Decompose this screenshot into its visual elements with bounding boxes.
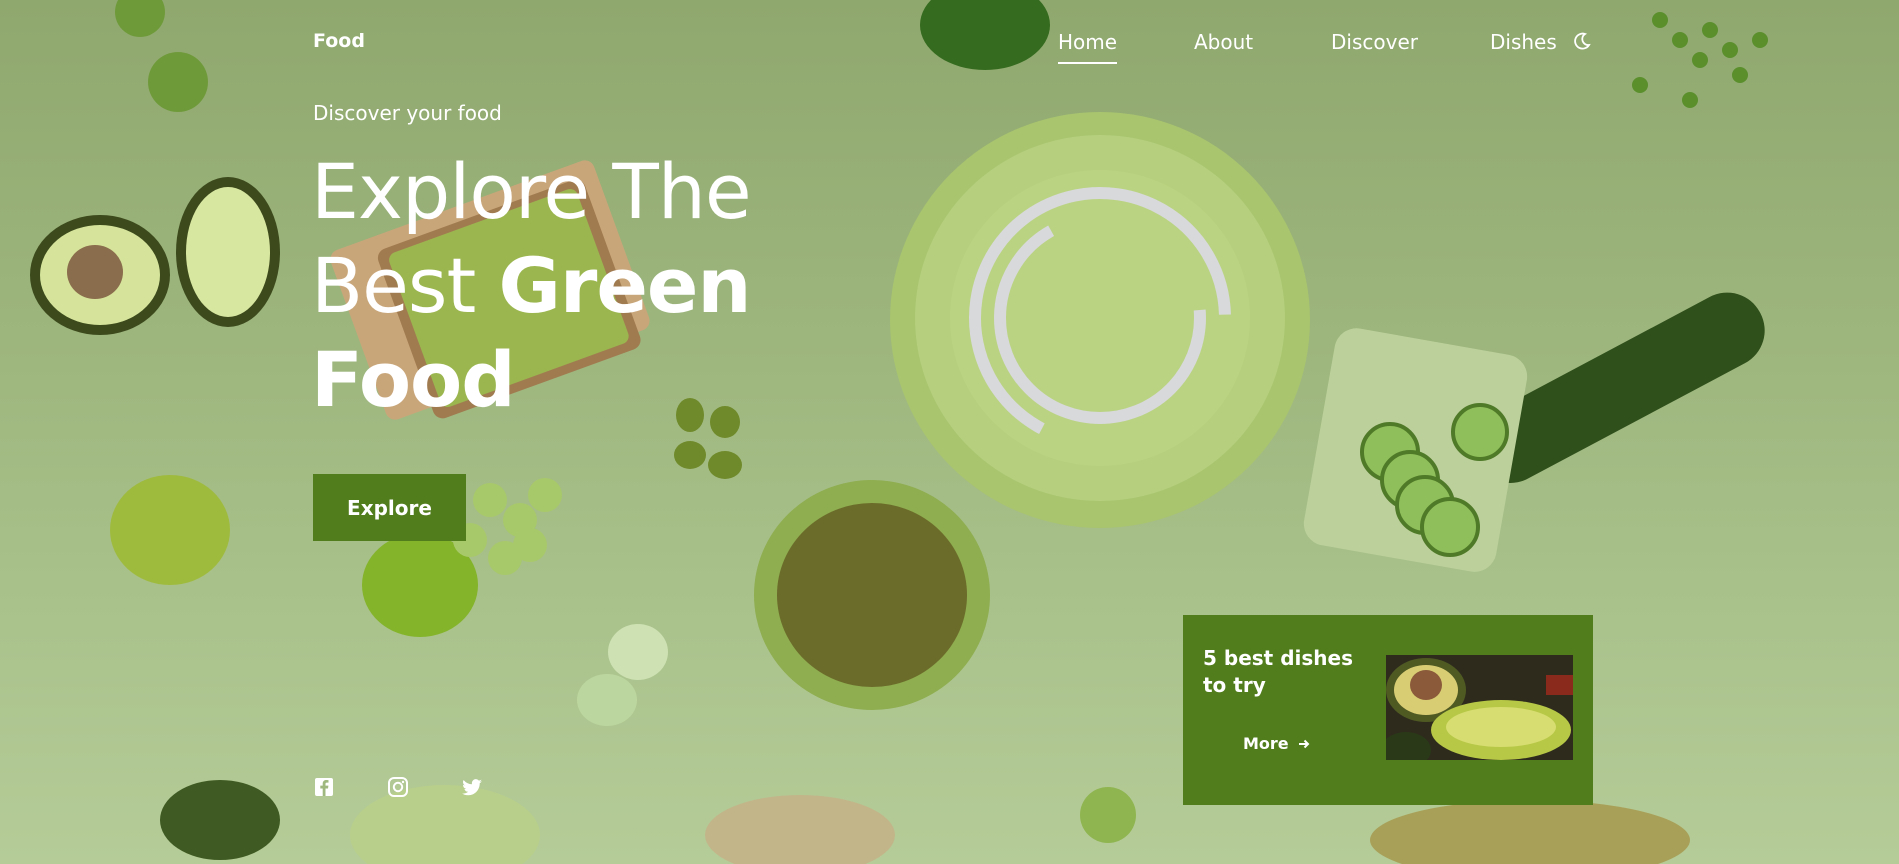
hero-background [0,0,1899,864]
logo[interactable]: Food [313,30,365,52]
more-link[interactable]: More [1243,734,1310,753]
promo-card-title: 5 best dishes to try [1203,646,1353,697]
arrow-right-icon [1299,739,1310,749]
nav-discover[interactable]: Discover [1331,30,1418,54]
nav-home[interactable]: Home [1058,30,1118,64]
site-header: Food Home About Discover Dishes [0,0,1899,84]
promo-card: 5 best dishes to try More [1183,615,1593,805]
hero-title-line2-bold: Green [498,241,751,330]
explore-button[interactable]: Explore [313,474,466,541]
food-illustration [30,0,1768,864]
hero-title: Explore The Best Green Food [311,145,871,427]
hero-title-line2-regular: Best [311,241,499,330]
nav-dishes[interactable]: Dishes [1490,30,1557,54]
avocado-image [1386,655,1573,760]
twitter-icon[interactable] [461,776,483,798]
nav-about[interactable]: About [1194,30,1253,54]
facebook-icon[interactable] [313,776,335,798]
more-label: More [1243,734,1289,753]
hero-title-line3-bold: Food [311,335,516,424]
moon-icon[interactable] [1572,31,1592,51]
instagram-icon[interactable] [387,776,409,798]
hero-title-line1: Explore The [311,147,752,236]
hero-subtitle: Discover your food [313,101,502,125]
